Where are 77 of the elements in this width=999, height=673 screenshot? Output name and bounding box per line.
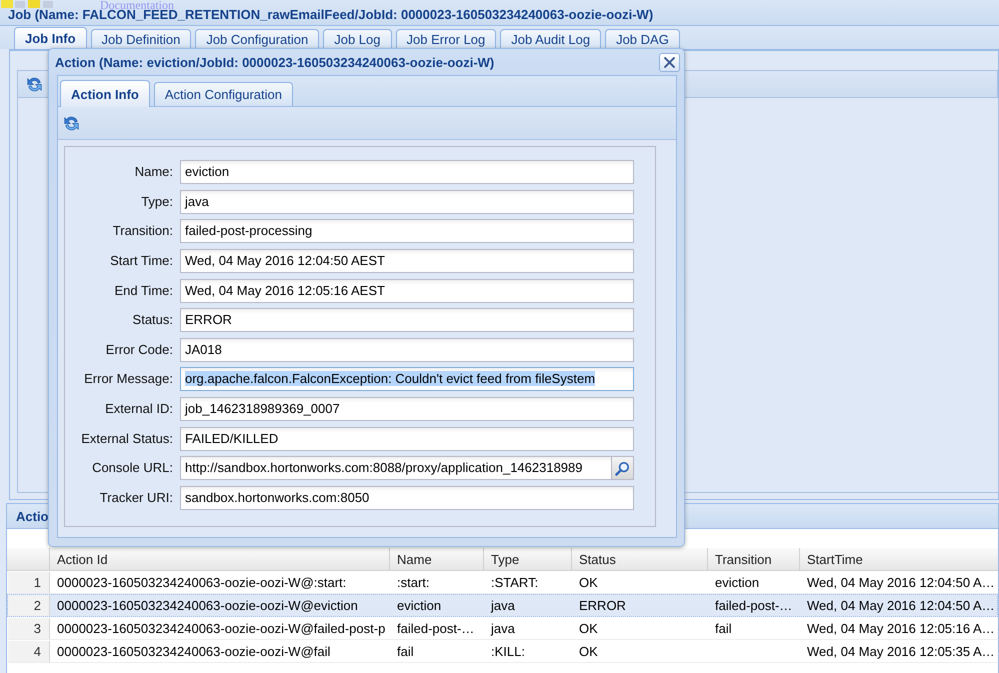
refresh-icon[interactable] — [26, 76, 43, 92]
table-cell-text: eviction — [714, 574, 760, 592]
table-cell-text: java — [490, 597, 516, 615]
row-number: 3 — [8, 618, 50, 639]
close-icon — [664, 56, 675, 68]
input-field[interactable]: eviction — [180, 160, 634, 184]
table-row[interactable]: 3 0000023-160503234240063-oozie-oozi-W@failed-post-p failed-post-… java OK fail Wed, 04 May 2016 12:05:16 A… — [7, 617, 998, 640]
search-button[interactable] — [612, 456, 634, 480]
tab[interactable]: Job Definition — [90, 29, 192, 49]
table-cell-text: :start: — [396, 574, 431, 592]
table-cell-text: OK — [578, 643, 599, 661]
table-cell-text: Wed, 04 May 2016 12:04:50 A… — [806, 597, 996, 615]
field-label: Status: — [132, 311, 173, 330]
input-field[interactable]: org.apache.falcon.FalconException: Couldn't evict feed from fileSystem — [180, 367, 634, 392]
column-header[interactable]: Name — [390, 548, 484, 570]
tab[interactable]: Action Configuration — [154, 82, 293, 106]
input-field[interactable]: ERROR — [180, 308, 634, 332]
tab[interactable]: Job Log — [323, 29, 392, 49]
panel-title: Actio — [16, 508, 48, 524]
row-number: 1 — [8, 572, 50, 593]
column-header[interactable]: Status — [572, 548, 708, 570]
table-cell-text: eviction — [396, 597, 442, 615]
field-label: Name: — [134, 163, 173, 181]
table-cell-text: OK — [578, 574, 599, 592]
table-cell-text: :KILL: — [490, 643, 526, 661]
input-field[interactable]: java — [180, 190, 634, 214]
input-field[interactable]: sandbox.hortonworks.com:8050 — [180, 486, 634, 510]
table-cell-text: :START: — [490, 574, 540, 592]
input-field[interactable]: failed-post-processing — [180, 219, 634, 244]
table-cell-text: failed-post-… — [714, 597, 794, 615]
tab[interactable]: Action Info — [60, 80, 150, 107]
tab[interactable]: Job Error Log — [396, 29, 496, 49]
field-label: Transition: — [112, 222, 173, 240]
table-cell-text: fail — [714, 620, 733, 638]
field-label: Console URL: — [91, 459, 173, 478]
table-cell-text: 0000023-160503234240063-oozie-oozi-W@failed-post-p — [56, 620, 386, 638]
field-label: End Time: — [113, 282, 173, 300]
column-header[interactable]: Type — [484, 548, 572, 570]
table-cell-text: 0000023-160503234240063-oozie-oozi-W@fail — [56, 643, 332, 661]
tab[interactable]: Job Audit Log — [500, 29, 602, 49]
field-label: External Status: — [80, 430, 173, 448]
field-label: Type: — [140, 192, 173, 211]
refresh-icon[interactable] — [63, 114, 80, 132]
column-header[interactable]: Transition — [708, 548, 800, 570]
table-cell-text: Wed, 04 May 2016 12:05:35 A… — [806, 643, 996, 661]
field-label: External ID: — [104, 400, 173, 418]
search-icon — [615, 460, 630, 476]
table-cell-text: Wed, 04 May 2016 12:04:50 A… — [806, 574, 996, 592]
table-cell-text: Wed, 04 May 2016 12:05:16 A… — [806, 620, 996, 638]
input-field[interactable]: http://sandbox.hortonworks.com:8088/proxy/application_1462318989 — [180, 456, 612, 480]
table-cell-text: failed-post-… — [396, 620, 476, 638]
tab[interactable]: Job DAG — [605, 29, 680, 49]
input-field[interactable]: Wed, 04 May 2016 12:05:16 AEST — [180, 278, 634, 303]
dialog-title: Action (Name: eviction/JobId: 0000023-160503234240063-oozie-oozi-W) — [55, 54, 494, 70]
tab[interactable]: Job Info — [14, 27, 87, 49]
field-label: Error Message: — [83, 370, 173, 388]
column-header[interactable]: Action Id — [50, 548, 390, 570]
input-field[interactable]: job_1462318989369_0007 — [180, 397, 634, 422]
row-number: 4 — [8, 641, 50, 662]
table-cell-text: fail — [396, 643, 415, 661]
input-field[interactable]: Wed, 04 May 2016 12:04:50 AEST — [180, 248, 634, 273]
table-cell-text: 0000023-160503234240063-oozie-oozi-W@:start: — [56, 574, 348, 592]
column-header[interactable]: StartTime — [800, 548, 999, 570]
table-cell-text: ERROR — [578, 597, 627, 615]
close-button[interactable] — [659, 52, 680, 72]
input-field[interactable]: JA018 — [180, 338, 634, 362]
input-field[interactable]: FAILED/KILLED — [180, 426, 634, 451]
field-label: Tracker URI: — [98, 489, 173, 508]
row-number: 2 — [8, 595, 50, 616]
table-cell-text: 0000023-160503234240063-oozie-oozi-W@eviction — [56, 597, 359, 615]
tab[interactable]: Job Configuration — [195, 29, 320, 49]
table-row[interactable]: 2 0000023-160503234240063-oozie-oozi-W@eviction eviction java ERROR failed-post-… Wed, 04 May 2016 12:04:50 A… — [7, 594, 998, 617]
table-cell-text: java — [490, 620, 516, 638]
table-cell-text: OK — [578, 620, 599, 638]
table-row[interactable]: 4 0000023-160503234240063-oozie-oozi-W@fail fail :KILL: OK Wed, 04 May 2016 12:05:35 A… — [7, 640, 998, 663]
field-label: Start Time: — [109, 252, 173, 270]
field-label: Error Code: — [104, 340, 173, 359]
